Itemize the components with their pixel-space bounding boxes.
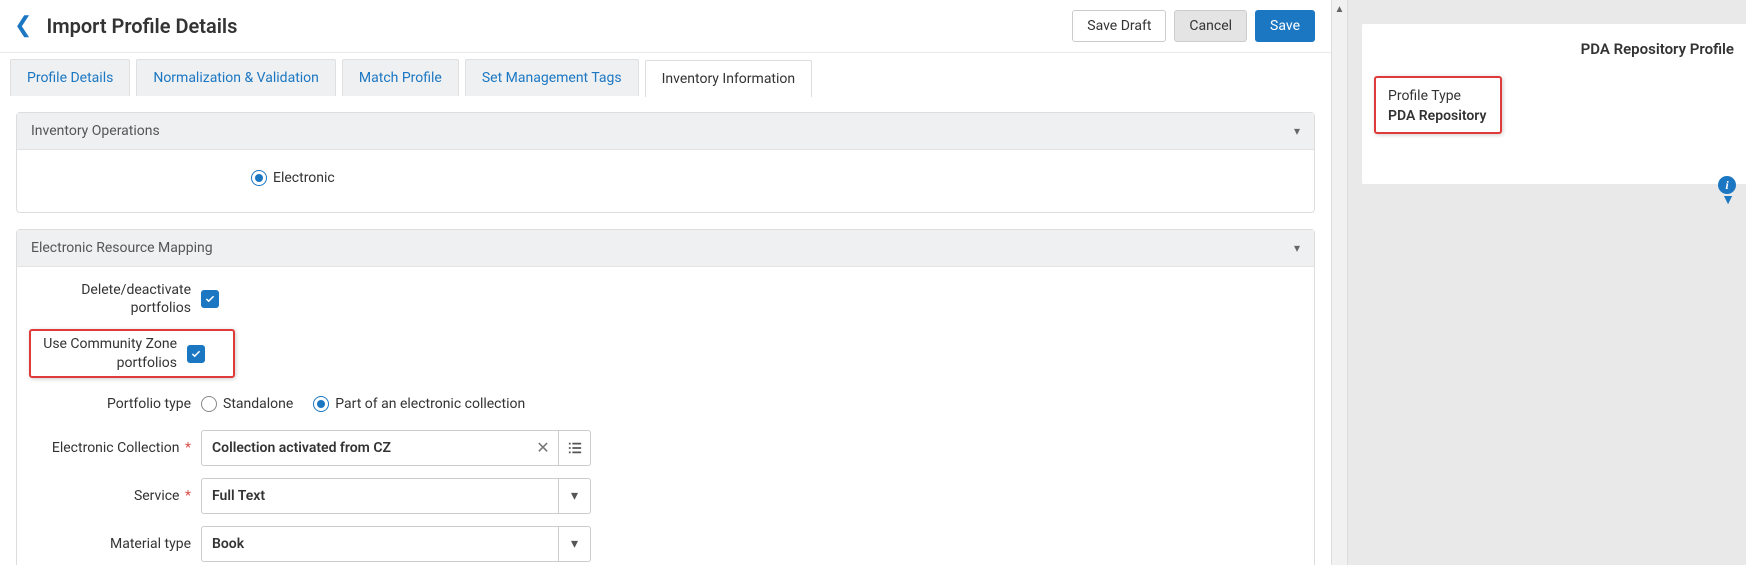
radio-standalone-label: Standalone: [223, 396, 293, 412]
panel-inventory-operations: Inventory Operations ▾ Electronic: [16, 112, 1315, 213]
clear-icon[interactable]: ✕: [528, 438, 558, 457]
checkbox-use-cz[interactable]: [187, 345, 205, 363]
radio-electronic[interactable]: Electronic: [251, 170, 335, 186]
combo-electronic-collection-value[interactable]: Collection activated from CZ: [202, 440, 528, 456]
chevron-down-icon[interactable]: ▾: [558, 479, 590, 513]
side-panel: PDA Repository Profile Profile Type PDA …: [1362, 24, 1746, 184]
panel-header-electronic-mapping[interactable]: Electronic Resource Mapping ▾: [17, 230, 1314, 267]
cancel-button[interactable]: Cancel: [1174, 10, 1247, 42]
panel-header-inventory-operations[interactable]: Inventory Operations ▾: [17, 113, 1314, 150]
panel-title: Inventory Operations: [31, 123, 160, 139]
vertical-scrollbar[interactable]: ▲: [1332, 0, 1348, 565]
panel-electronic-resource-mapping: Electronic Resource Mapping ▾ Delete/dea…: [16, 229, 1315, 565]
chevron-down-icon[interactable]: ▼: [1721, 191, 1735, 208]
tab-profile-details[interactable]: Profile Details: [10, 59, 130, 96]
combo-electronic-collection: Collection activated from CZ ✕: [201, 430, 591, 466]
chevron-down-icon: ▾: [1294, 124, 1300, 138]
label-delete-deactivate: Delete/deactivate portfolios: [35, 281, 201, 317]
radio-part-of-collection-label: Part of an electronic collection: [335, 396, 525, 412]
combo-material-type-value[interactable]: Book: [202, 536, 558, 552]
combo-service: Full Text ▾: [201, 478, 591, 514]
tab-match-profile[interactable]: Match Profile: [342, 59, 459, 96]
label-material-type: Material type: [35, 535, 201, 553]
save-draft-button[interactable]: Save Draft: [1072, 10, 1166, 42]
save-button[interactable]: Save: [1255, 10, 1315, 42]
panel-title: Electronic Resource Mapping: [31, 240, 213, 256]
radio-electronic-label: Electronic: [273, 170, 335, 186]
scroll-up-arrow-icon[interactable]: ▲: [1332, 2, 1347, 16]
tab-set-management[interactable]: Set Management Tags: [465, 59, 639, 96]
profile-type-value: PDA Repository: [1388, 108, 1488, 124]
chevron-down-icon: ▾: [1294, 241, 1300, 255]
label-electronic-collection: Electronic Collection: [52, 440, 180, 456]
highlight-profile-type: Profile Type PDA Repository: [1374, 76, 1502, 134]
combo-service-value[interactable]: Full Text: [202, 488, 558, 504]
label-portfolio-type: Portfolio type: [35, 395, 201, 413]
radio-standalone[interactable]: Standalone: [201, 396, 293, 412]
tab-normalization[interactable]: Normalization & Validation: [136, 59, 336, 96]
required-asterisk: *: [185, 440, 191, 456]
combo-material-type: Book ▾: [201, 526, 591, 562]
required-asterisk: *: [185, 488, 191, 504]
profile-type-label: Profile Type: [1388, 88, 1488, 104]
radio-part-of-collection[interactable]: Part of an electronic collection: [313, 396, 525, 412]
back-chevron-icon[interactable]: ❮: [10, 13, 36, 39]
label-service: Service: [134, 488, 180, 504]
chevron-down-icon[interactable]: ▾: [558, 527, 590, 561]
page-title: Import Profile Details: [46, 14, 237, 38]
tab-inventory-information[interactable]: Inventory Information: [645, 60, 813, 97]
highlight-use-community-zone: Use Community Zone portfolios: [29, 329, 235, 377]
side-panel-title: PDA Repository Profile: [1374, 40, 1734, 58]
list-icon[interactable]: [558, 431, 590, 465]
label-use-cz: Use Community Zone portfolios: [37, 335, 187, 371]
checkbox-delete-deactivate[interactable]: [201, 290, 219, 308]
